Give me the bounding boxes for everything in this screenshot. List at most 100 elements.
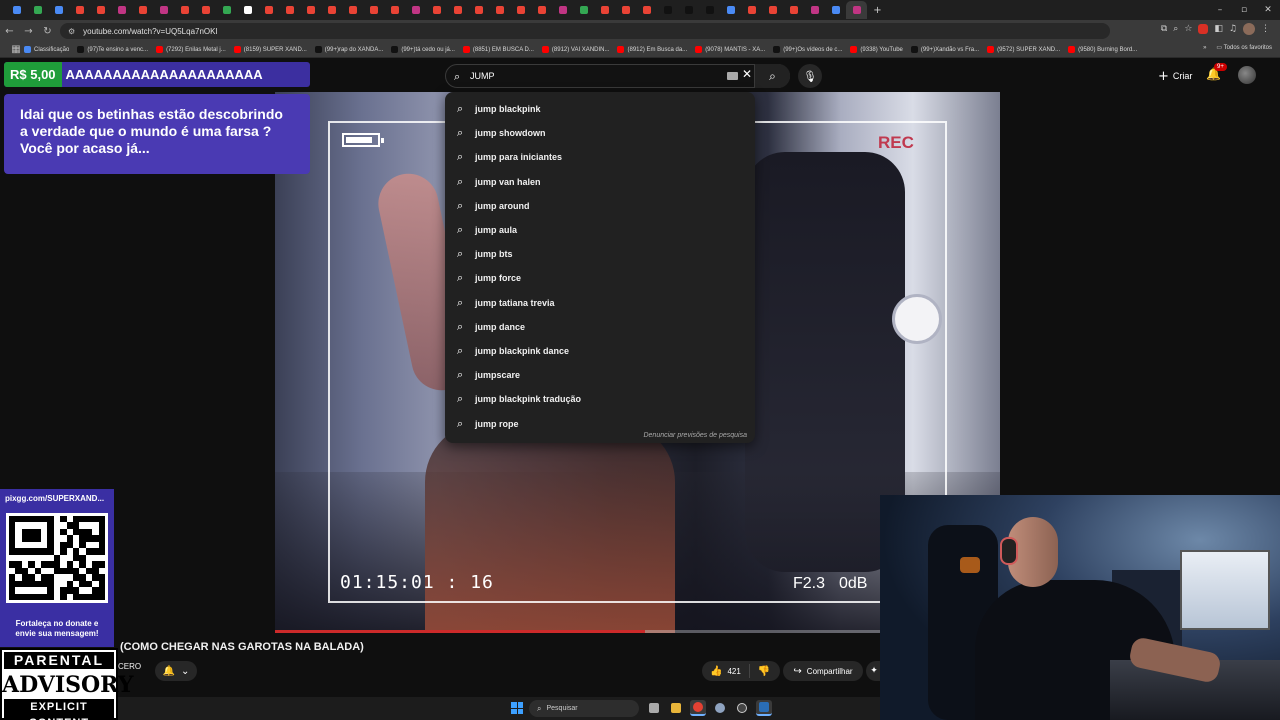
notifications-button[interactable]: 🔔 9+: [1206, 63, 1227, 81]
apps-grid-icon[interactable]: ▦: [8, 44, 24, 55]
browser-tab[interactable]: [699, 1, 720, 19]
browser-tab[interactable]: [426, 1, 447, 19]
create-button[interactable]: + Criar: [1152, 66, 1198, 86]
extensions-puzzle-icon[interactable]: ◧: [1214, 24, 1223, 34]
browser-tab[interactable]: [405, 1, 426, 19]
bookmark-item[interactable]: (9338) YouTube: [850, 46, 903, 53]
search-suggestion[interactable]: ⌕ jump tatiana trevia: [445, 291, 755, 315]
media-icon[interactable]: ♫: [1229, 24, 1237, 34]
bookmark-item[interactable]: (8851) EM BUSCA D...: [462, 46, 534, 53]
close-window-icon[interactable]: ✕: [1256, 5, 1280, 15]
browser-tab[interactable]: [90, 1, 111, 19]
browser-tab[interactable]: [594, 1, 615, 19]
bookmark-item[interactable]: (99+)Xandão vs Fra...: [910, 46, 979, 53]
reload-icon[interactable]: ↻: [38, 26, 57, 37]
search-suggestion[interactable]: ⌕ jump bts: [445, 242, 755, 266]
browser-tab[interactable]: [468, 1, 489, 19]
task-view-icon[interactable]: [646, 700, 662, 716]
bookmark-item[interactable]: (9572) SUPER XAND...: [987, 46, 1060, 53]
bookmark-item[interactable]: Classificação: [24, 46, 69, 53]
browser-tab[interactable]: [636, 1, 657, 19]
forward-icon[interactable]: →: [19, 26, 38, 37]
bookmark-item[interactable]: (9580) Burning Bord...: [1068, 46, 1137, 53]
bookmark-item[interactable]: (9078) MANTIS - XA...: [695, 46, 765, 53]
browser-tab[interactable]: [783, 1, 804, 19]
search-suggestion[interactable]: ⌕ jumpscare: [445, 363, 755, 387]
profile-avatar[interactable]: [1243, 23, 1255, 35]
search-suggestion[interactable]: ⌕ jump blackpink dance: [445, 339, 755, 363]
install-app-icon[interactable]: ⧉: [1161, 24, 1167, 34]
search-button[interactable]: ⌕: [754, 64, 790, 88]
search-suggestion[interactable]: ⌕ jump blackpink: [445, 97, 755, 121]
share-button[interactable]: ↪ Compartilhar: [783, 661, 863, 681]
search-suggestion[interactable]: ⌕ jump para iniciantes: [445, 145, 755, 169]
browser-tab[interactable]: [384, 1, 405, 19]
search-input[interactable]: [470, 68, 670, 84]
channel-name-fragment[interactable]: CERO: [118, 662, 141, 671]
bookmark-item[interactable]: (99+)rap do XANDÃ...: [314, 46, 383, 53]
voice-search-button[interactable]: 🎙: [798, 64, 822, 88]
site-info-icon[interactable]: ⚙: [68, 27, 75, 36]
browser-tab[interactable]: [573, 1, 594, 19]
search-suggestion[interactable]: ⌕ jump van halen: [445, 170, 755, 194]
browser-tab[interactable]: [762, 1, 783, 19]
browser-tab[interactable]: [363, 1, 384, 19]
search-suggestion[interactable]: ⌕ jump force: [445, 266, 755, 290]
browser-tab[interactable]: [216, 1, 237, 19]
account-avatar[interactable]: [1238, 66, 1256, 84]
report-predictions-link[interactable]: Denunciar previsões de pesquisa: [643, 432, 747, 439]
browser-tab[interactable]: [6, 1, 27, 19]
address-bar[interactable]: ⚙ youtube.com/watch?v=UQ5Lqa7nOKI: [60, 23, 1110, 39]
browser-tab[interactable]: [489, 1, 510, 19]
taskbar-search[interactable]: ⌕ Pesquisar: [529, 700, 639, 717]
browser-tab[interactable]: [300, 1, 321, 19]
browser-tab[interactable]: [195, 1, 216, 19]
bookmark-item[interactable]: (97)Te ensino a venc...: [77, 46, 148, 53]
browser-tab[interactable]: [846, 1, 867, 19]
zoom-icon[interactable]: ⌕: [1173, 24, 1178, 34]
browser-tab[interactable]: [27, 1, 48, 19]
dislike-button[interactable]: 👎: [750, 666, 778, 677]
browser-tab[interactable]: [153, 1, 174, 19]
browser-tab[interactable]: [678, 1, 699, 19]
browser-tab[interactable]: [825, 1, 846, 19]
bookmark-star-icon[interactable]: ☆: [1184, 24, 1192, 34]
search-suggestion[interactable]: ⌕ jump aula: [445, 218, 755, 242]
browser-tab[interactable]: [279, 1, 300, 19]
browser-tab[interactable]: [804, 1, 825, 19]
obs-icon[interactable]: [734, 700, 750, 716]
bookmark-item[interactable]: (8159) SUPER XAND...: [233, 46, 307, 53]
search-suggestion[interactable]: ⌕ jump showdown: [445, 121, 755, 145]
file-explorer-icon[interactable]: [668, 700, 684, 716]
chrome-icon[interactable]: [690, 700, 706, 716]
minimize-icon[interactable]: –: [1208, 5, 1232, 15]
back-icon[interactable]: ←: [0, 26, 19, 37]
steam-icon[interactable]: [756, 700, 772, 716]
like-button[interactable]: 👍 421: [702, 664, 750, 678]
browser-tab[interactable]: [258, 1, 279, 19]
browser-tab[interactable]: [48, 1, 69, 19]
subscription-bell-button[interactable]: 🔔 ⌄: [155, 661, 197, 681]
bookmark-item[interactable]: (8912) Em Busca da...: [617, 46, 687, 53]
settings-icon[interactable]: [712, 700, 728, 716]
extension-icon[interactable]: [1198, 24, 1209, 34]
browser-tab[interactable]: [237, 1, 258, 19]
search-suggestion[interactable]: ⌕ jump blackpink tradução: [445, 387, 755, 411]
all-bookmarks-button[interactable]: ▭ Todos os favoritos: [1216, 44, 1272, 51]
browser-tab[interactable]: [111, 1, 132, 19]
windows-start-icon[interactable]: [511, 702, 523, 714]
browser-tab[interactable]: [321, 1, 342, 19]
browser-tab[interactable]: [531, 1, 552, 19]
browser-tab[interactable]: [615, 1, 636, 19]
bookmark-item[interactable]: (99+)tá cedo ou já...: [391, 46, 455, 53]
bookmark-item[interactable]: (99+)Os vídeos de c...: [773, 46, 842, 53]
menu-icon[interactable]: ⋮: [1261, 24, 1270, 34]
browser-tab[interactable]: [69, 1, 90, 19]
browser-tab[interactable]: [510, 1, 531, 19]
browser-tab[interactable]: [447, 1, 468, 19]
keyboard-icon[interactable]: [727, 72, 738, 80]
new-tab-button[interactable]: +: [867, 1, 888, 19]
bookmark-item[interactable]: (8912) VAI XANDIN...: [541, 46, 609, 53]
browser-tab[interactable]: [552, 1, 573, 19]
search-suggestion[interactable]: ⌕ jump dance: [445, 315, 755, 339]
